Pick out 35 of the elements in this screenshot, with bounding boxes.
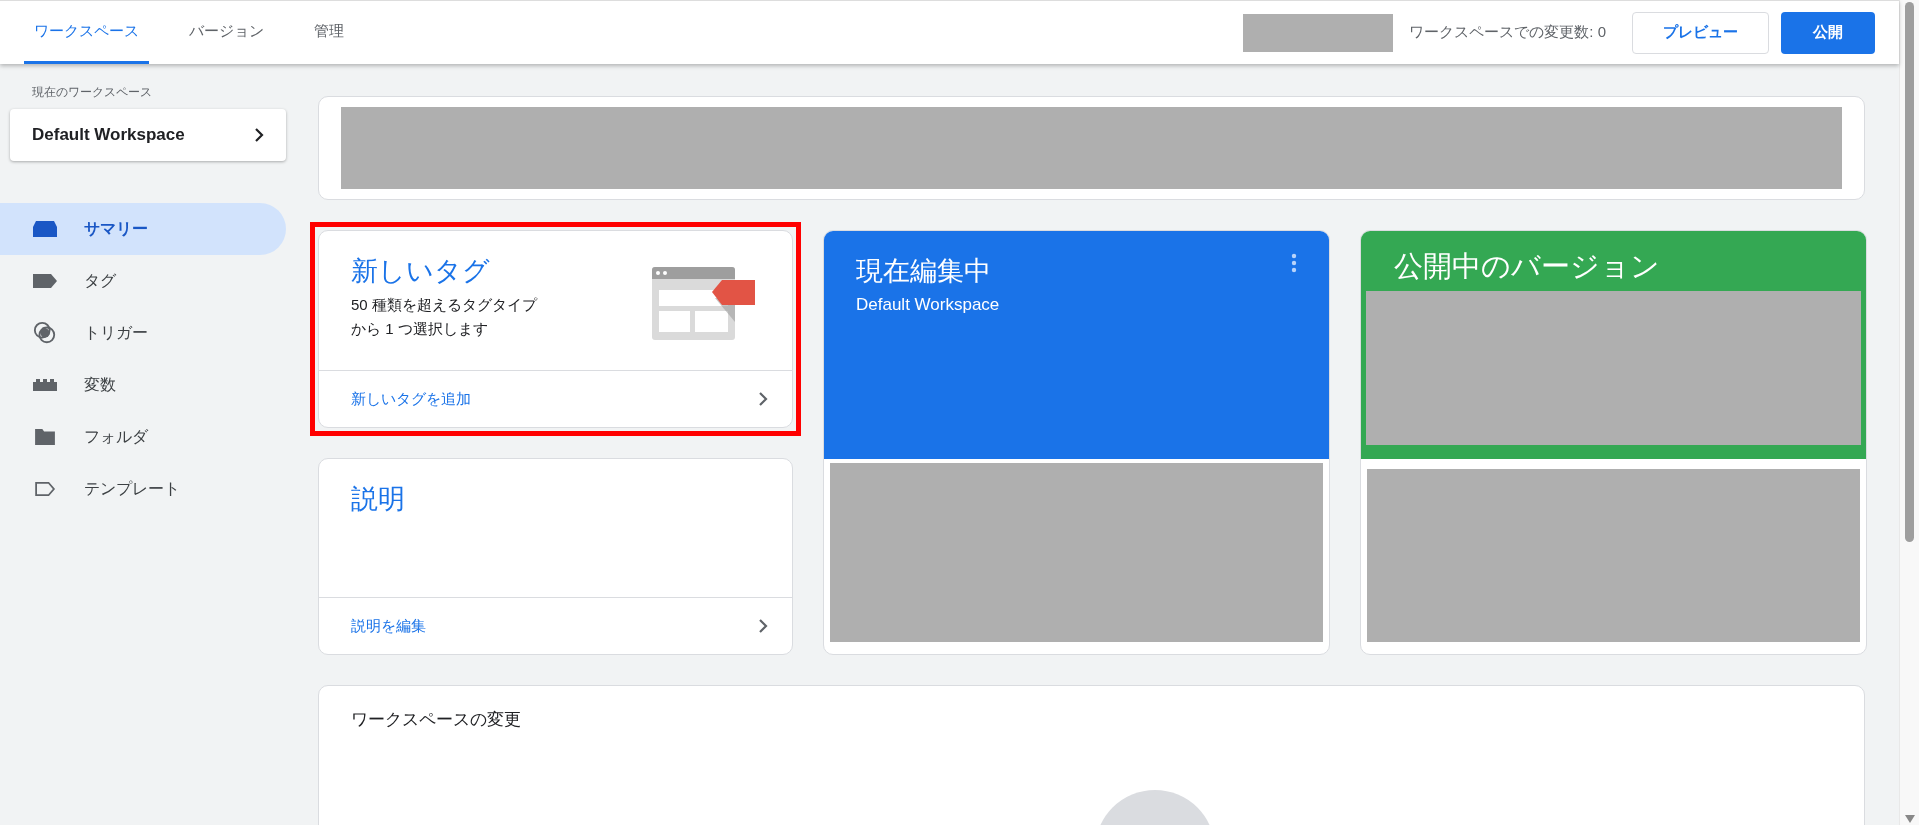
chevron-icon: [254, 127, 264, 143]
sidebar-item[interactable]: タグ: [0, 255, 286, 307]
nav-tab[interactable]: ワークスペース: [24, 1, 149, 64]
sidebar-item[interactable]: 変数: [0, 359, 286, 411]
card-title: 現在編集中: [856, 255, 992, 288]
more-icon[interactable]: [1291, 253, 1297, 273]
scrollbar[interactable]: [1899, 0, 1919, 825]
card-title: 新しいタグ: [351, 255, 491, 288]
workspace-label: 現在のワークスペース: [31, 84, 153, 101]
nav-tab[interactable]: 管理: [304, 1, 394, 64]
tag-outline-icon: [32, 481, 58, 497]
workspace-selector[interactable]: Default Workspace: [10, 109, 286, 161]
nav-tab[interactable]: バージョン: [179, 1, 274, 64]
card-title: 公開中のバージョン: [1393, 249, 1661, 284]
chevron-icon: [758, 618, 768, 634]
sidebar-item[interactable]: テンプレート: [0, 463, 286, 515]
circles-icon: [32, 321, 58, 345]
scroll-down-icon[interactable]: [1904, 815, 1915, 823]
sidebar-item[interactable]: トリガー: [0, 307, 286, 359]
add-tag-link[interactable]: 新しいタグを追加: [319, 370, 792, 427]
preview-button[interactable]: プレビュー: [1632, 11, 1769, 54]
folder-icon: [32, 428, 58, 446]
tray-icon: [32, 220, 58, 238]
sidebar-item[interactable]: サマリー: [0, 203, 286, 255]
chevron-icon: [758, 391, 768, 407]
card-title: 説明: [351, 483, 405, 516]
blocks-icon: [32, 378, 58, 392]
change-count: ワークスペースでの変更数: 0: [1409, 23, 1606, 42]
edit-description-link[interactable]: 説明を編集: [319, 597, 792, 654]
tag-icon: [32, 273, 58, 289]
card-description: 50 種類を超えるタグタイプから 1 つ選択します: [351, 295, 539, 339]
publish-button[interactable]: 公開: [1781, 11, 1875, 54]
card-title: ワークスペースの変更: [351, 709, 522, 731]
sidebar-item[interactable]: フォルダ: [0, 411, 286, 463]
card-subtitle: Default Workspace: [856, 295, 1000, 315]
